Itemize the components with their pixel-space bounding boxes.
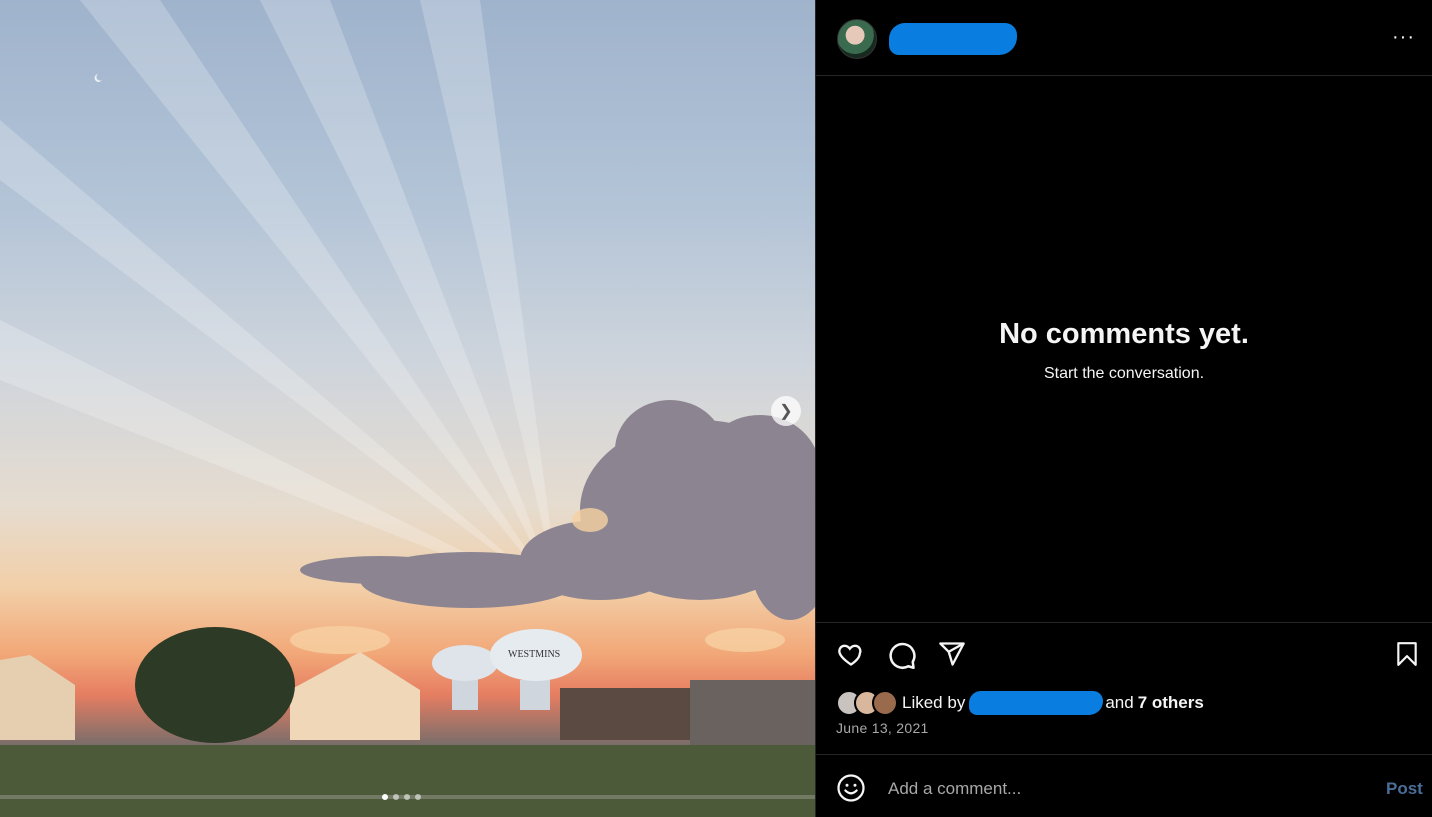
more-horizontal-icon: ··· (1392, 26, 1415, 48)
liked-by-suffix: and (1105, 693, 1134, 712)
liker-username-redaction[interactable] (969, 691, 1104, 715)
liked-by-text: Liked by and 7 others (902, 691, 1204, 715)
bookmark-icon[interactable] (1394, 640, 1420, 668)
post-header: ··· (816, 0, 1432, 76)
chevron-right-icon: ❯ (779, 403, 793, 420)
carousel-dot (404, 794, 410, 800)
username-redaction[interactable] (889, 23, 1017, 55)
share-send-icon[interactable] (937, 640, 967, 668)
carousel-dot (393, 794, 399, 800)
sunset-landscape-image: WESTMINS (0, 0, 815, 817)
carousel-indicator (382, 794, 421, 800)
like-heart-icon[interactable] (836, 640, 866, 668)
avatar (872, 690, 898, 716)
comments-empty-state: No comments yet. Start the conversation. (816, 318, 1432, 383)
post-details-panel: ··· No comments yet. Start the conversat… (815, 0, 1432, 817)
avatar[interactable] (837, 19, 877, 59)
empty-subtitle: Start the conversation. (1043, 365, 1205, 382)
post-date[interactable]: June 13, 2021 (836, 720, 929, 736)
empty-title: No comments yet. (999, 318, 1249, 350)
actions-divider (816, 622, 1432, 623)
carousel-dot (382, 794, 388, 800)
liked-by-prefix: Liked by (902, 693, 966, 712)
next-photo-button[interactable]: ❯ (771, 396, 801, 426)
post-comment-button[interactable]: Post (1386, 779, 1423, 799)
liker-avatars (836, 690, 902, 716)
more-options-button[interactable]: ··· (1392, 26, 1415, 49)
liked-by-others-link[interactable]: 7 others (1138, 693, 1204, 713)
post-photo[interactable]: WESTMINS ❯ (0, 0, 815, 817)
comment-icon[interactable] (887, 640, 917, 670)
comment-input[interactable] (886, 775, 1370, 803)
emoji-icon[interactable] (836, 773, 866, 803)
comment-bar: Post (816, 754, 1432, 817)
water-tower-text: WESTMINS (508, 649, 560, 660)
liked-by-row[interactable]: Liked by and 7 others (836, 688, 1204, 718)
carousel-dot (415, 794, 421, 800)
